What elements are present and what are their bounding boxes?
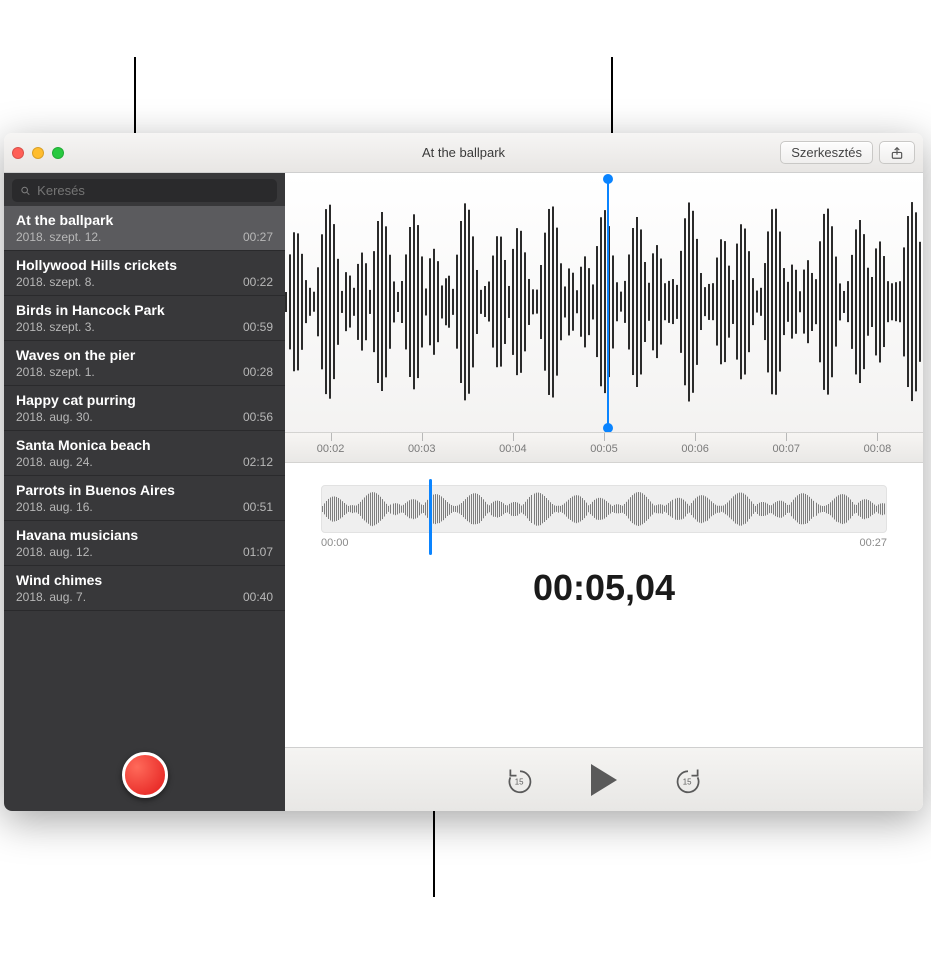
ruler-tick-label: 00:03 <box>408 443 436 455</box>
recording-item[interactable]: Santa Monica beach 2018. aug. 24. 02:12 <box>4 431 285 476</box>
skip-back-icon: 15 <box>506 766 534 794</box>
recording-name: Birds in Hancock Park <box>16 302 273 318</box>
skip-forward-15-button[interactable]: 15 <box>671 763 705 797</box>
recording-duration: 00:59 <box>243 320 273 334</box>
svg-text:15: 15 <box>515 777 524 786</box>
play-icon <box>591 764 617 796</box>
recording-item[interactable]: Happy cat purring 2018. aug. 30. 00:56 <box>4 386 285 431</box>
share-icon <box>890 146 904 160</box>
recording-date: 2018. aug. 7. <box>16 590 86 604</box>
record-bar <box>4 739 285 811</box>
ruler-tick-label: 00:08 <box>864 443 892 455</box>
share-button[interactable] <box>879 141 915 164</box>
skip-back-15-button[interactable]: 15 <box>503 763 537 797</box>
recording-duration: 00:56 <box>243 410 273 424</box>
waveform-detail[interactable]: 00:02 00:03 00:04 00:05 00:06 00:07 00:08 <box>285 173 923 463</box>
search-icon <box>20 185 31 197</box>
recording-duration: 00:40 <box>243 590 273 604</box>
waveform-overview[interactable]: 00:00 00:27 <box>321 485 887 549</box>
recording-date: 2018. aug. 24. <box>16 455 93 469</box>
timecode: 00:05,04 <box>285 567 923 609</box>
recording-name: Santa Monica beach <box>16 437 273 453</box>
recording-date: 2018. szept. 3. <box>16 320 95 334</box>
recording-item[interactable]: Birds in Hancock Park 2018. szept. 3. 00:5… <box>4 296 285 341</box>
window-controls <box>12 147 64 159</box>
overview-end-label: 00:27 <box>859 537 887 549</box>
zoom-button[interactable] <box>52 147 64 159</box>
overview-start-label: 00:00 <box>321 537 349 549</box>
playback-controls: 15 15 <box>285 747 923 811</box>
skip-forward-icon: 15 <box>674 766 702 794</box>
playhead[interactable] <box>607 179 609 428</box>
recordings-list: At the ballpark 2018. szept. 12. 00:27 Holl… <box>4 206 285 739</box>
recording-name: Waves on the pier <box>16 347 273 363</box>
recording-duration: 02:12 <box>243 455 273 469</box>
recording-duration: 00:27 <box>243 230 273 244</box>
record-button[interactable] <box>122 752 168 798</box>
edit-button-label: Szerkesztés <box>791 145 862 160</box>
recording-item[interactable]: Waves on the pier 2018. szept. 1. 00:28 <box>4 341 285 386</box>
recording-duration: 01:07 <box>243 545 273 559</box>
recording-name: Wind chimes <box>16 572 273 588</box>
recording-name: Happy cat purring <box>16 392 273 408</box>
voice-memos-window: At the ballpark Szerkesztés At the ballp… <box>4 133 923 811</box>
overview-playhead[interactable] <box>429 479 432 555</box>
ruler-tick-label: 00:07 <box>773 443 801 455</box>
recording-item[interactable]: Parrots in Buenos Aires 2018. aug. 16. 00:… <box>4 476 285 521</box>
recording-name: Hollywood Hills crickets <box>16 257 273 273</box>
recording-date: 2018. szept. 8. <box>16 275 95 289</box>
recording-item[interactable]: At the ballpark 2018. szept. 12. 00:27 <box>4 206 285 251</box>
recording-duration: 00:22 <box>243 275 273 289</box>
recording-date: 2018. szept. 12. <box>16 230 101 244</box>
search-field[interactable] <box>12 179 277 202</box>
recording-item[interactable]: Wind chimes 2018. aug. 7. 00:40 <box>4 566 285 611</box>
recording-date: 2018. aug. 30. <box>16 410 93 424</box>
ruler-tick-label: 00:04 <box>499 443 527 455</box>
recording-name: Parrots in Buenos Aires <box>16 482 273 498</box>
minimize-button[interactable] <box>32 147 44 159</box>
recording-name: At the ballpark <box>16 212 273 228</box>
svg-text:15: 15 <box>683 777 692 786</box>
detail-pane: 00:02 00:03 00:04 00:05 00:06 00:07 00:08 00:0… <box>285 173 923 811</box>
ruler-tick-label: 00:02 <box>317 443 345 455</box>
edit-button[interactable]: Szerkesztés <box>780 141 873 164</box>
ruler-tick-label: 00:05 <box>590 443 618 455</box>
search-input[interactable] <box>37 183 269 198</box>
recording-duration: 00:51 <box>243 500 273 514</box>
recording-date: 2018. szept. 1. <box>16 365 95 379</box>
recording-date: 2018. aug. 16. <box>16 500 93 514</box>
recording-name: Havana musicians <box>16 527 273 543</box>
play-button[interactable] <box>587 763 621 797</box>
recording-item[interactable]: Havana musicians 2018. aug. 12. 01:07 <box>4 521 285 566</box>
recording-date: 2018. aug. 12. <box>16 545 93 559</box>
recording-duration: 00:28 <box>243 365 273 379</box>
time-ruler[interactable]: 00:02 00:03 00:04 00:05 00:06 00:07 00:08 <box>285 432 923 462</box>
recording-item[interactable]: Hollywood Hills crickets 2018. szept. 8. 0… <box>4 251 285 296</box>
close-button[interactable] <box>12 147 24 159</box>
titlebar[interactable]: At the ballpark Szerkesztés <box>4 133 923 173</box>
sidebar: At the ballpark 2018. szept. 12. 00:27 Holl… <box>4 173 285 811</box>
ruler-tick-label: 00:06 <box>681 443 709 455</box>
